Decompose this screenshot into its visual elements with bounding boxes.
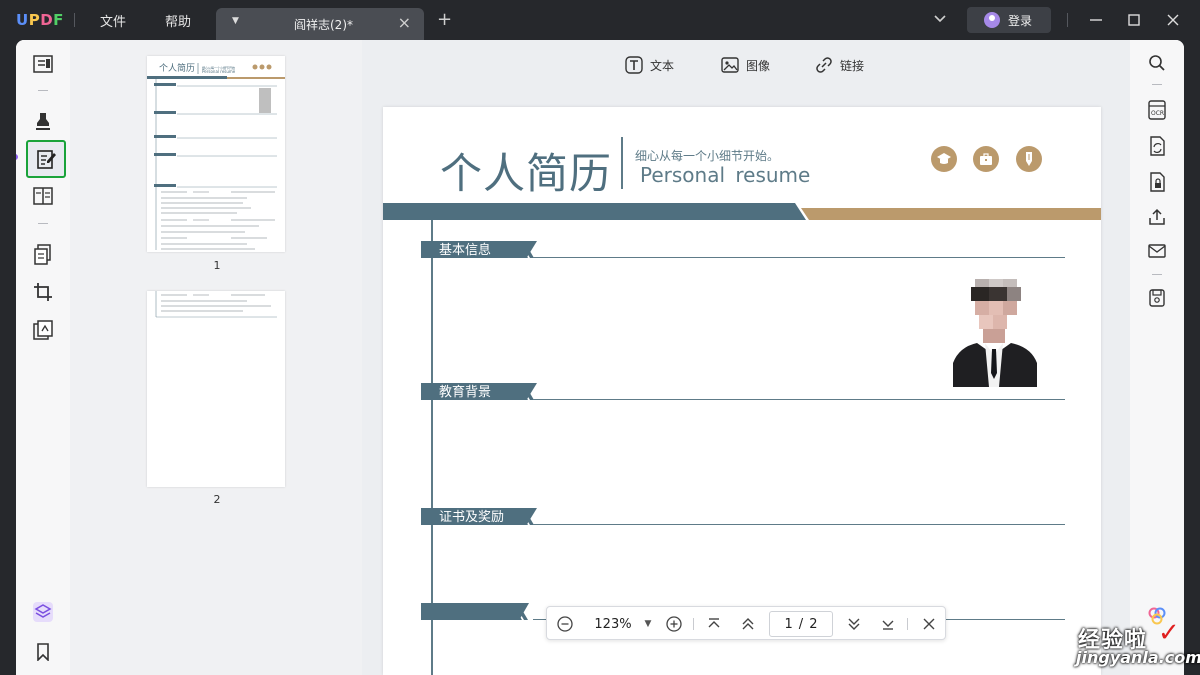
thumbnail-page-number: 1 [213,259,221,272]
edit-pdf-icon [37,150,56,169]
toolbar-divider [1152,274,1162,275]
profile-photo[interactable] [953,275,1037,387]
document-view: 文本 图像 链接 个人简历 细心从每一个小细节开始。 Personal resu… [362,40,1130,675]
comment-highlighter-icon[interactable] [29,107,57,135]
add-image-button[interactable]: 图像 [721,54,770,76]
title-bar: UPDF 文件 帮助 ▼ 阎祥志(2)* × + 登录 [0,0,1200,40]
title-divider [74,13,75,27]
tab-dropdown-icon[interactable]: ▼ [232,16,239,26]
svg-text:Personal resume: Personal resume [202,69,236,74]
zoom-divider [907,618,908,630]
protect-icon[interactable] [29,316,57,344]
chevron-down-icon[interactable] [931,10,949,28]
svg-text:OCR: OCR [1151,110,1164,117]
add-text-button[interactable]: 文本 [625,54,674,76]
menu-file[interactable]: 文件 [100,11,126,30]
tab-close-icon[interactable]: × [398,13,411,32]
resume-title[interactable]: 个人简历 [440,140,612,201]
svg-text:个人简历: 个人简历 [159,62,195,74]
thumbnail-page-1[interactable]: 个人简历 细心从每一个小细节开始 Personal resume [147,56,285,252]
app-logo: UPDF [16,11,64,29]
link-icon [816,57,832,73]
previous-page-icon[interactable] [738,614,758,634]
section-stripe [514,241,534,258]
menu-help[interactable]: 帮助 [165,11,191,30]
document-tab[interactable]: ▼ 阎祥志(2)* × [216,8,424,40]
page-number-input[interactable]: 1 / 2 [769,611,833,637]
zoom-dropdown-icon[interactable]: ▼ [641,614,655,634]
maximize-icon[interactable] [1124,10,1144,30]
protect-document-icon[interactable] [1143,168,1171,196]
thumbnail-page-number: 2 [213,493,221,506]
next-page-icon[interactable] [844,614,864,634]
share-icon[interactable] [1143,203,1171,231]
convert-icon[interactable] [1143,132,1171,160]
header-band-accent [801,208,1101,220]
thumbnail-panel: 个人简历 细心从每一个小细节开始 Personal resume 1 2 [70,40,362,675]
organize-pages-icon[interactable] [29,182,57,210]
active-indicator [16,154,18,160]
save-icon[interactable] [1143,284,1171,312]
crop-icon[interactable] [29,278,57,306]
briefcase-icon [973,146,999,172]
first-page-icon[interactable] [704,614,724,634]
text-tool-icon [625,56,643,74]
text-tool-label: 文本 [650,58,675,73]
login-button[interactable]: 登录 [967,7,1051,33]
link-tool-label: 链接 [840,58,865,73]
layers-icon[interactable] [29,598,57,626]
close-zoom-bar-icon[interactable] [919,614,939,634]
reader-mode-icon[interactable] [29,50,57,78]
section-stripe [508,603,528,620]
toolbar-divider [1152,84,1162,85]
pdf-page[interactable]: 个人简历 细心从每一个小细节开始。 Personal resume 基本信息 教… [383,107,1101,675]
section-rule [533,524,1065,525]
right-toolbar: OCR [1130,40,1184,675]
zoom-divider [693,618,694,630]
image-tool-icon [721,57,739,73]
section-stripe [514,383,534,400]
section-rule [533,257,1065,258]
add-link-button[interactable]: 链接 [815,54,864,76]
app-window: 个人简历 细心从每一个小细节开始 Personal resume 1 2 文本 … [16,40,1184,675]
resume-subtitle[interactable]: Personal resume [640,163,810,187]
page-tools-icon[interactable] [29,241,57,269]
thumbnail-page-2[interactable] [147,291,285,487]
page-separator: / [798,616,804,632]
graduation-cap-icon [931,146,957,172]
watermark: 经验啦 ✓ jingyanla.com [1070,618,1200,672]
pen-icon [1016,146,1042,172]
login-label: 登录 [1008,14,1033,28]
close-window-icon[interactable] [1163,10,1183,30]
resume-slogan[interactable]: 细心从每一个小细节开始。 [635,147,779,164]
zoom-level[interactable]: 123% [591,614,635,634]
image-tool-label: 图像 [746,58,771,73]
zoom-out-icon[interactable] [555,614,575,634]
total-pages: 2 [809,616,818,632]
window-divider [1067,13,1068,27]
toolbar-divider [38,90,48,91]
toolbar-divider [38,223,48,224]
email-icon[interactable] [1143,237,1171,265]
current-page: 1 [784,616,793,632]
section-stripe [514,508,534,525]
left-toolbar [16,40,70,675]
tab-title: 阎祥志(2)* [294,18,353,32]
header-band [383,203,806,220]
watermark-check: ✓ [1158,618,1180,648]
last-page-icon[interactable] [878,614,898,634]
bookmark-icon[interactable] [29,638,57,666]
zoom-in-icon[interactable] [664,614,684,634]
edit-pdf-tool-selected[interactable] [26,140,66,178]
ocr-icon[interactable]: OCR [1143,96,1171,124]
search-icon[interactable] [1143,49,1171,77]
zoom-toolbar: 123% ▼ 1 / 2 [546,606,946,640]
section-rule [533,399,1065,400]
avatar [984,12,1000,28]
title-divider-line [621,137,623,189]
minimize-icon[interactable] [1086,10,1106,30]
watermark-url: jingyanla.com [1076,648,1200,667]
new-tab-button[interactable]: + [437,11,452,29]
